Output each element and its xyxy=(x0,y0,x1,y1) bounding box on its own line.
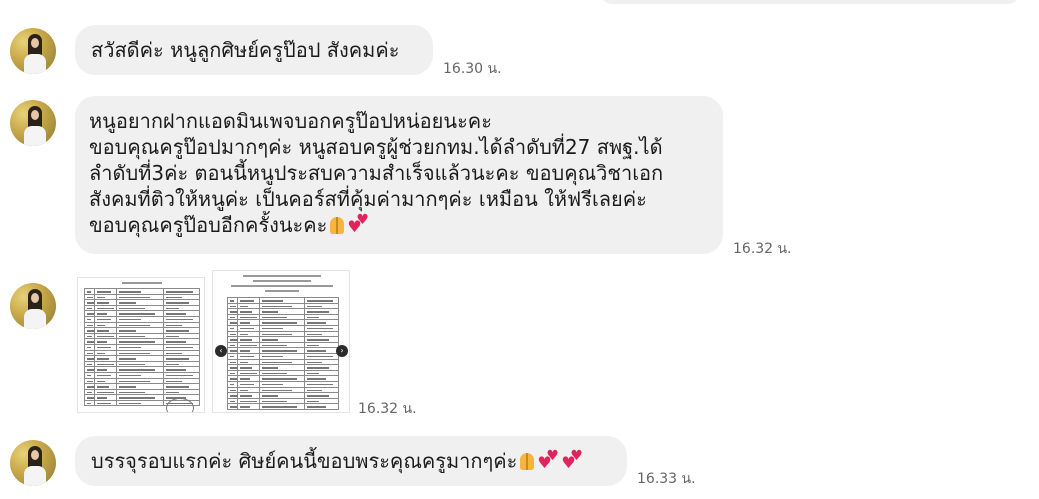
hearts-emoji-icon: ♥ ♥ xyxy=(537,448,559,472)
attachment-image-2[interactable] xyxy=(212,270,350,413)
pray-emoji-icon xyxy=(517,451,537,471)
hearts-emoji-icon: ♥ ♥ xyxy=(561,448,583,472)
message-timestamp: 16.30 น. xyxy=(443,61,502,77)
previous-message-bubble xyxy=(600,0,1020,4)
message-bubble-2[interactable]: หนูอยากฝากแอดมินเพจบอกครูป๊อปหน่อยนะคะ ข… xyxy=(75,96,723,254)
message-text: ขอบคุณครูป๊อปมากๆค่ะ หนูสอบครูผู้ช่วยกทม… xyxy=(89,135,663,159)
next-image-button[interactable]: › xyxy=(336,345,348,357)
message-text: ขอบคุณครูป๊อบอีกครั้งนะคะ xyxy=(89,213,328,237)
message-text: หนูอยากฝากแอดมินเพจบอกครูป๊อปหน่อยนะคะ xyxy=(89,109,492,133)
message-timestamp: 16.33 น. xyxy=(637,471,696,487)
hearts-emoji-icon: ♥ ♥ xyxy=(347,212,369,236)
sender-avatar[interactable] xyxy=(10,440,56,486)
message-text: บรรจุรอบแรกค่ะ ศิษย์คนนี้ขอบพระคุณครูมาก… xyxy=(91,449,518,473)
sender-avatar[interactable] xyxy=(10,283,56,329)
pray-emoji-icon xyxy=(327,215,347,235)
previous-image-button[interactable]: ‹ xyxy=(215,345,227,357)
message-text: สวัสดีค่ะ หนูลูกศิษย์ครูป๊อป สังคมค่ะ xyxy=(91,38,400,62)
sender-avatar[interactable] xyxy=(10,100,56,146)
attachment-image-1[interactable] xyxy=(77,277,205,413)
message-bubble-1[interactable]: สวัสดีค่ะ หนูลูกศิษย์ครูป๊อป สังคมค่ะ xyxy=(75,25,433,75)
message-text: สังคมที่ติวให้หนูค่ะ เป็นคอร์สที่คุ้มค่า… xyxy=(89,187,647,211)
message-text: ลำดับที่3ค่ะ ตอนนี้หนูประสบความสำเร็จแล้… xyxy=(89,161,664,185)
sender-avatar[interactable] xyxy=(10,28,56,74)
message-timestamp: 16.32 น. xyxy=(358,401,417,417)
message-timestamp: 16.32 น. xyxy=(733,241,792,257)
message-bubble-4[interactable]: บรรจุรอบแรกค่ะ ศิษย์คนนี้ขอบพระคุณครูมาก… xyxy=(75,436,627,486)
